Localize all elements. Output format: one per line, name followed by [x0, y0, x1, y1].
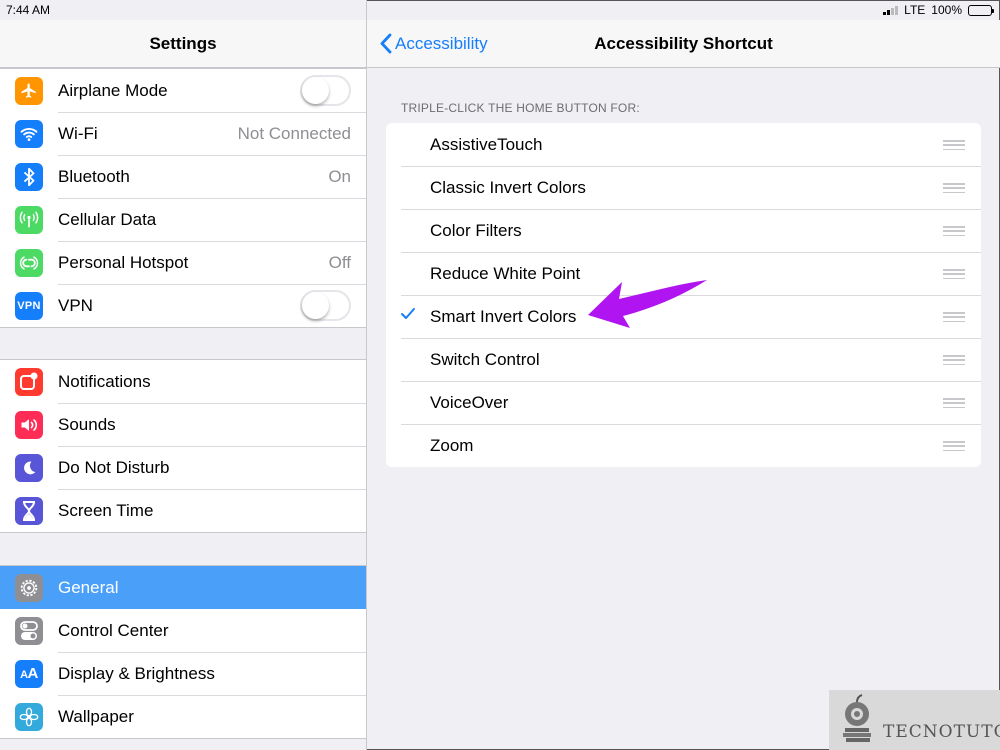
sidebar-item-label: Wallpaper	[58, 706, 134, 726]
sidebar-item-personal-hotspot[interactable]: Personal Hotspot Off	[0, 241, 366, 284]
reorder-handle-icon[interactable]	[943, 140, 965, 150]
watermark-logo-icon	[843, 694, 871, 742]
sidebar-item-notifications[interactable]: Notifications	[0, 360, 366, 403]
sidebar-item-screen-time[interactable]: Screen Time	[0, 489, 366, 532]
reorder-handle-icon[interactable]	[943, 226, 965, 236]
moon-icon	[15, 453, 43, 482]
status-time: 7:44 AM	[6, 3, 51, 17]
sidebar-item-bluetooth[interactable]: Bluetooth On	[0, 155, 366, 198]
airplane-icon	[15, 76, 43, 105]
notifications-icon	[15, 367, 43, 396]
battery-percent: 100%	[931, 3, 962, 17]
sidebar-nav-bar: Settings	[0, 20, 366, 68]
sidebar-title: Settings	[149, 34, 217, 53]
section-header: TRIPLE-CLICK THE HOME BUTTON FOR:	[401, 101, 640, 115]
toggle-knob	[302, 292, 329, 319]
toggle-knob	[302, 77, 329, 104]
status-bar: 7:44 AM LTE 100%	[0, 0, 1000, 20]
battery-icon	[968, 4, 994, 16]
sidebar-item-label: Sounds	[58, 414, 116, 434]
option-color-filters[interactable]: Color Filters	[386, 209, 981, 252]
sidebar-item-label: Wi-Fi	[58, 123, 98, 143]
option-label: Classic Invert Colors	[430, 177, 586, 197]
detail-nav-bar: Accessibility Accessibility Shortcut	[367, 20, 1000, 68]
sidebar-item-value: Not Connected	[237, 123, 351, 143]
checkmark-icon	[401, 308, 415, 319]
option-assistivetouch[interactable]: AssistiveTouch	[386, 123, 981, 166]
option-label: Switch Control	[430, 349, 540, 369]
sidebar-item-label: Screen Time	[58, 500, 154, 520]
sidebar-item-label: Do Not Disturb	[58, 457, 170, 477]
watermark: TECNOTUTO	[829, 690, 1000, 750]
signal-strength-icon	[883, 5, 899, 15]
bluetooth-icon	[15, 162, 43, 191]
back-button-label: Accessibility	[395, 33, 488, 53]
sidebar-item-wallpaper[interactable]: Wallpaper	[0, 695, 366, 738]
switches-icon	[15, 616, 43, 645]
sidebar-item-control-center[interactable]: Control Center	[0, 609, 366, 652]
sidebar-item-cellular-data[interactable]: Cellular Data	[0, 198, 366, 241]
carrier-label: LTE	[904, 3, 926, 17]
option-voiceover[interactable]: VoiceOver	[386, 381, 981, 424]
sidebar-item-display-and-brightness[interactable]: AA Display & Brightness	[0, 652, 366, 695]
option-classic-invert-colors[interactable]: Classic Invert Colors	[386, 166, 981, 209]
flower-icon	[15, 702, 43, 731]
option-switch-control[interactable]: Switch Control	[386, 338, 981, 381]
sidebar-item-value: On	[328, 166, 351, 186]
settings-sidebar: Settings Airplane Mode Wi-Fi Not Connected…	[0, 0, 367, 750]
option-label: Smart Invert Colors	[430, 306, 577, 326]
option-label: VoiceOver	[430, 392, 509, 412]
option-label: Reduce White Point	[430, 263, 581, 283]
sounds-icon	[15, 410, 43, 439]
cellular-icon	[15, 205, 43, 234]
option-zoom[interactable]: Zoom	[386, 424, 981, 467]
sidebar-item-label: General	[58, 577, 119, 597]
sidebar-item-label: Bluetooth	[58, 166, 130, 186]
sidebar-item-general[interactable]: General	[0, 566, 366, 609]
sidebar-item-vpn[interactable]: VPN VPN	[0, 284, 366, 327]
airplane-mode-toggle[interactable]	[300, 75, 351, 106]
wifi-icon	[15, 119, 43, 148]
sidebar-item-do-not-disturb[interactable]: Do Not Disturb	[0, 446, 366, 489]
sidebar-item-wi-fi[interactable]: Wi-Fi Not Connected	[0, 112, 366, 155]
watermark-text: TECNOTUTO	[883, 722, 1000, 742]
vpn-toggle[interactable]	[300, 290, 351, 321]
reorder-handle-icon[interactable]	[943, 269, 965, 279]
reorder-handle-icon[interactable]	[943, 183, 965, 193]
sidebar-item-sounds[interactable]: Sounds	[0, 403, 366, 446]
sidebar-item-label: Personal Hotspot	[58, 252, 189, 272]
status-indicators: LTE 100%	[883, 3, 994, 17]
option-label: Zoom	[430, 435, 474, 455]
sidebar-item-airplane-mode[interactable]: Airplane Mode	[0, 69, 366, 112]
text-size-icon: AA	[15, 659, 43, 688]
settings-group-connectivity: Airplane Mode Wi-Fi Not Connected Bluetooth…	[0, 68, 366, 328]
sidebar-item-label: Notifications	[58, 371, 151, 391]
option-label: AssistiveTouch	[430, 134, 543, 154]
chevron-left-icon	[380, 33, 392, 54]
sidebar-item-label: VPN	[58, 295, 93, 315]
sidebar-item-label: Control Center	[58, 620, 169, 640]
hourglass-icon	[15, 496, 43, 525]
option-label: Color Filters	[430, 220, 522, 240]
sidebar-item-value: Off	[328, 252, 351, 272]
gear-icon	[15, 573, 43, 602]
back-button[interactable]: Accessibility	[379, 33, 488, 54]
reorder-handle-icon[interactable]	[943, 355, 965, 365]
hotspot-icon	[15, 248, 43, 277]
vpn-icon: VPN	[15, 291, 43, 320]
annotation-arrow	[588, 280, 707, 328]
sidebar-item-label: Cellular Data	[58, 209, 157, 229]
reorder-handle-icon[interactable]	[943, 312, 965, 322]
sidebar-item-label: Display & Brightness	[58, 663, 215, 683]
settings-group-general: General Control Center AA Display & Brightn…	[0, 565, 366, 739]
settings-group-notifications: Notifications Sounds Do Not Disturb Screen …	[0, 359, 366, 533]
reorder-handle-icon[interactable]	[943, 441, 965, 451]
reorder-handle-icon[interactable]	[943, 398, 965, 408]
sidebar-item-label: Airplane Mode	[58, 80, 168, 100]
